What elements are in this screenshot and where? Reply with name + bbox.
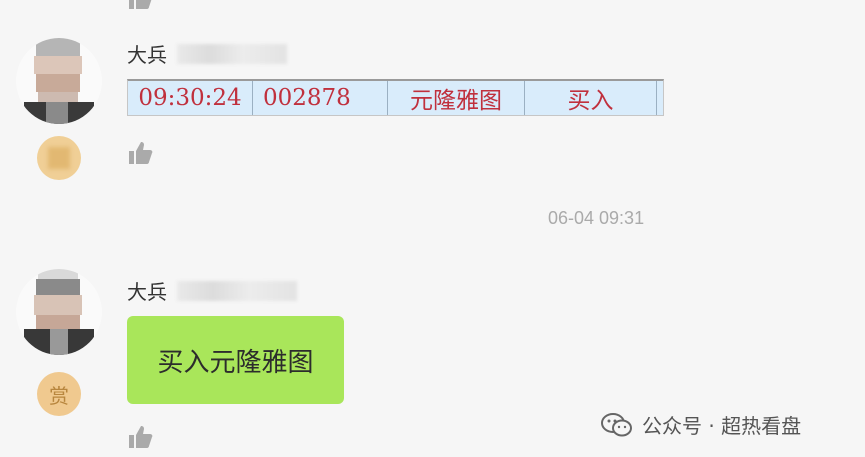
sender-name: 大兵 bbox=[127, 39, 287, 68]
message-timestamp: 06-04 09:31 bbox=[548, 208, 645, 228]
like-button[interactable] bbox=[128, 425, 154, 454]
reward-badge[interactable] bbox=[37, 136, 81, 180]
badge-label: 赏 bbox=[49, 383, 69, 408]
like-button[interactable] bbox=[128, 141, 154, 170]
blurred-title bbox=[177, 280, 297, 301]
thumbs-up-icon bbox=[129, 426, 153, 448]
trade-action: 买入 bbox=[525, 81, 657, 115]
trade-time: 09:30:24 bbox=[128, 81, 253, 115]
avatar[interactable] bbox=[16, 38, 102, 124]
trade-stock-name: 元隆雅图 bbox=[388, 81, 525, 115]
watermark-text: 公众号 · 超热看盘 bbox=[642, 414, 802, 438]
message-bubble[interactable]: 买入元隆雅图 bbox=[127, 316, 344, 404]
trade-code: 002878 bbox=[253, 81, 388, 115]
thumbs-up-icon bbox=[129, 142, 153, 164]
thumbs-up-icon bbox=[129, 0, 152, 9]
reward-badge[interactable]: 赏 bbox=[37, 372, 81, 416]
wechat-icon bbox=[601, 412, 632, 436]
message-text: 买入元隆雅图 bbox=[157, 347, 314, 378]
sender-label: 大兵 bbox=[127, 43, 167, 67]
sender-label: 大兵 bbox=[127, 280, 167, 304]
watermark: 公众号 · 超热看盘 bbox=[600, 410, 801, 439]
like-button-top[interactable] bbox=[128, 0, 154, 15]
sender-name: 大兵 bbox=[127, 276, 297, 305]
trade-record: 09:30:24 002878 元隆雅图 买入 bbox=[127, 79, 664, 116]
avatar[interactable] bbox=[16, 269, 102, 355]
blurred-title bbox=[177, 43, 287, 64]
